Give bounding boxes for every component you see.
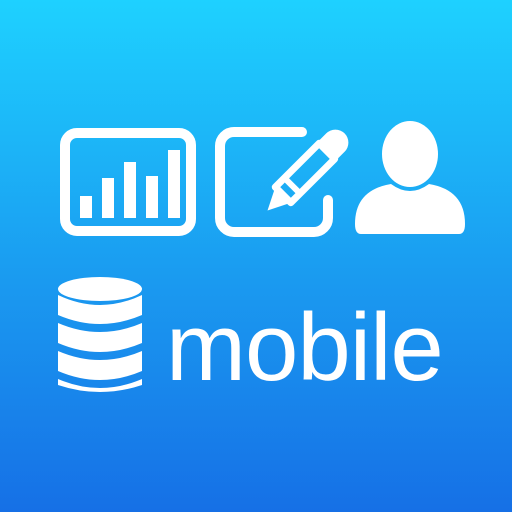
- wordmark: mobile: [166, 294, 444, 401]
- edit-icon: [215, 127, 349, 237]
- app-icon: mobile: [0, 0, 512, 512]
- database-icon: [58, 277, 142, 392]
- user-icon: [355, 121, 465, 234]
- bar-chart-icon: [60, 128, 196, 236]
